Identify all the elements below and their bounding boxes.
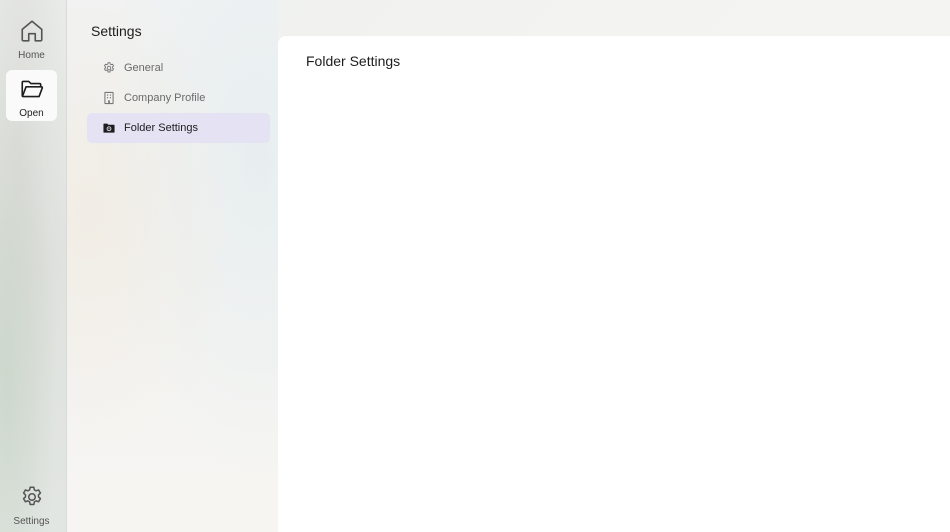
rail-settings-button[interactable]: Settings xyxy=(6,478,57,529)
nav-item-label: Company Profile xyxy=(124,92,206,104)
nav-item-company-profile[interactable]: Company Profile xyxy=(87,83,270,113)
nav-item-general[interactable]: General xyxy=(87,53,270,83)
folder-settings-icon xyxy=(102,121,116,135)
nav-item-label: General xyxy=(124,62,164,74)
rail-open-label: Open xyxy=(19,108,44,119)
gear-icon xyxy=(102,61,116,75)
page-title: Folder Settings xyxy=(306,53,401,69)
rail-open-button[interactable]: Open xyxy=(6,70,57,121)
app-rail: Home Open Settings xyxy=(0,0,67,532)
gear-icon xyxy=(19,478,45,515)
home-icon xyxy=(19,12,45,49)
rail-home-label: Home xyxy=(18,50,45,61)
rail-settings-label: Settings xyxy=(13,516,50,527)
nav-item-label: Folder Settings xyxy=(124,122,198,134)
settings-nav-title: Settings xyxy=(91,23,142,39)
nav-item-folder-settings[interactable]: Folder Settings xyxy=(87,113,270,143)
content-panel: Folder Settings xyxy=(278,36,950,532)
rail-home-button[interactable]: Home xyxy=(6,12,57,63)
settings-nav-panel: Settings General Company Profile Folder … xyxy=(67,0,278,532)
building-icon xyxy=(102,91,116,105)
folder-open-icon xyxy=(19,70,45,107)
